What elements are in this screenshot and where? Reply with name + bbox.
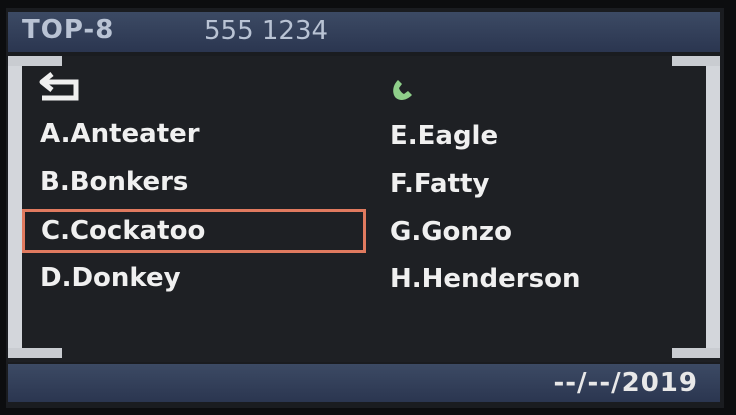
contact-f[interactable]: F.Fatty	[390, 162, 690, 206]
back-arrow-icon[interactable]	[36, 70, 84, 104]
phone-number: 555 1234	[204, 16, 329, 46]
footer-bar: --/--/2019	[8, 364, 720, 402]
contact-e[interactable]: E.Eagle	[390, 114, 690, 158]
right-frame-top	[672, 56, 720, 66]
contact-label: H.Henderson	[390, 264, 581, 294]
phone-icon[interactable]	[390, 76, 414, 102]
header-bar: TOP-8 555 1234	[8, 12, 720, 52]
date-display: --/--/2019	[553, 368, 698, 398]
contact-label: G.Gonzo	[390, 217, 512, 247]
left-frame-bar	[8, 56, 22, 356]
contact-d[interactable]: D.Donkey	[40, 256, 370, 300]
contact-label: E.Eagle	[390, 121, 499, 151]
contact-a[interactable]: A.Anteater	[40, 112, 370, 156]
contact-c-selected[interactable]: C.Cockatoo	[22, 209, 366, 253]
contact-label: F.Fatty	[390, 169, 490, 199]
left-frame-top	[8, 56, 62, 66]
right-frame-bar	[706, 56, 720, 356]
right-frame-bottom	[672, 348, 720, 358]
contact-g[interactable]: G.Gonzo	[390, 210, 690, 254]
contact-h[interactable]: H.Henderson	[390, 257, 690, 301]
list-title: TOP-8	[22, 15, 115, 45]
left-frame-bottom	[8, 348, 62, 358]
contact-label: B.Bonkers	[40, 167, 189, 197]
contact-label: A.Anteater	[40, 119, 200, 149]
contact-b[interactable]: B.Bonkers	[40, 160, 370, 204]
contact-label: C.Cockatoo	[41, 216, 206, 246]
contact-label: D.Donkey	[40, 263, 181, 293]
